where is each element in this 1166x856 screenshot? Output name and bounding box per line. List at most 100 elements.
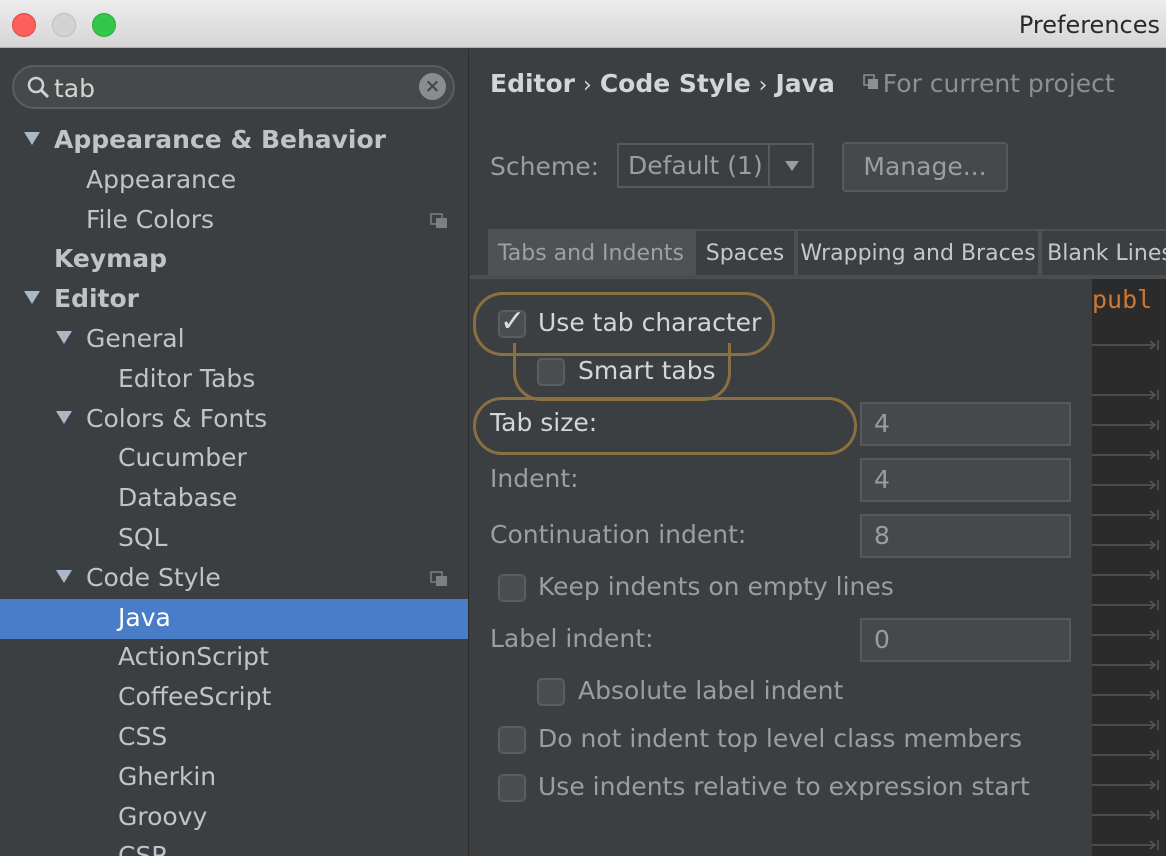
tree-item-label: Keymap: [54, 244, 168, 274]
tree-item-editor[interactable]: Editor: [0, 280, 468, 320]
tab-marker-icon: [1092, 810, 1159, 820]
expand-arrow-icon[interactable]: [56, 569, 72, 583]
tree-item-keymap[interactable]: Keymap: [0, 240, 468, 280]
tree-item-label: CSP: [118, 841, 167, 856]
expand-arrow-icon[interactable]: [24, 132, 40, 145]
tabs-indents-settings: ✓ Use tab character Smart tabs Tab size:…: [470, 279, 1092, 856]
tab-size-field[interactable]: 4: [860, 402, 1071, 446]
tab-marker-icon: [1092, 660, 1159, 670]
project-scope-icon: [863, 74, 878, 89]
main-panel: Editor › Code Style › Java For current proje…: [470, 49, 1166, 856]
tree-item-sql[interactable]: SQL: [0, 519, 468, 559]
zoom-window-button[interactable]: [92, 13, 116, 37]
close-window-button[interactable]: [12, 13, 36, 37]
expand-arrow-icon[interactable]: [56, 410, 72, 424]
tree-item-label: Appearance & Behavior: [54, 125, 386, 154]
search-icon: [27, 76, 50, 99]
expand-arrow-icon[interactable]: [24, 291, 40, 305]
tree-item-colors-fonts[interactable]: Colors & Fonts: [0, 400, 468, 440]
tree-item-csp[interactable]: CSP: [0, 837, 468, 856]
scheme-label: Scheme:: [490, 152, 599, 181]
tree-item-label: CoffeeScript: [118, 682, 272, 712]
tree-item-groovy[interactable]: Groovy: [0, 798, 468, 838]
tab-spaces[interactable]: Spaces: [694, 229, 796, 277]
tree-item-code-style[interactable]: Code Style: [0, 559, 468, 599]
tree-item-label: Database: [118, 483, 238, 513]
title-bar: Preferences: [0, 0, 1166, 48]
tab-marker-icon: [1092, 630, 1159, 640]
no-indent-top-level-label: Do not indent top level class members: [538, 724, 1022, 753]
use-tab-character-label: Use tab character: [538, 308, 762, 337]
manage-button[interactable]: Manage...: [842, 142, 1008, 192]
tree-item-label: General: [86, 324, 185, 353]
breadcrumb: Editor › Code Style › Java For current proje…: [490, 69, 1115, 98]
tree-item-coffeescript[interactable]: CoffeeScript: [0, 678, 468, 718]
relative-indents-checkbox[interactable]: [498, 774, 526, 802]
no-indent-top-level-checkbox[interactable]: [498, 726, 526, 754]
tree-item-gherkin[interactable]: Gherkin: [0, 758, 468, 798]
tree-item-label: Cucumber: [118, 443, 247, 473]
smart-tabs-label: Smart tabs: [578, 356, 716, 385]
tree-item-actionscript[interactable]: ActionScript: [0, 638, 468, 678]
tab-marker-icon: [1092, 720, 1159, 730]
tree-item-label: Groovy: [118, 801, 208, 831]
label-indent-label: Label indent:: [490, 624, 654, 653]
tab-bar: Tabs and Indents Spaces Wrapping and Bra…: [488, 229, 1166, 277]
scheme-divider: [768, 145, 770, 186]
keep-indents-checkbox[interactable]: [498, 574, 526, 602]
tab-marker-icon: [1092, 570, 1159, 580]
tree-item-label: CSS: [118, 722, 168, 751]
tab-wrapping-and-braces[interactable]: Wrapping and Braces: [796, 229, 1040, 277]
tab-marker-icon: [1092, 540, 1159, 550]
tab-marker-icon: [1092, 750, 1159, 760]
minimize-window-button[interactable]: [52, 13, 76, 37]
continuation-indent-label: Continuation indent:: [490, 520, 747, 549]
tree-item-editor-tabs[interactable]: Editor Tabs: [0, 360, 468, 400]
smart-tabs-checkbox[interactable]: [537, 358, 565, 386]
scheme-select[interactable]: Default (1): [617, 143, 814, 188]
tree-item-cucumber[interactable]: Cucumber: [0, 439, 468, 479]
use-tab-character-checkbox[interactable]: ✓: [498, 304, 526, 339]
tab-marker-icon: [1092, 340, 1159, 350]
absolute-label-indent-checkbox[interactable]: [537, 678, 565, 706]
continuation-indent-field[interactable]: 8: [860, 514, 1071, 558]
tab-tabs-and-indents[interactable]: Tabs and Indents: [488, 229, 694, 277]
tree-item-label: Colors & Fonts: [86, 403, 268, 433]
tree-item-database[interactable]: Database: [0, 479, 468, 519]
label-indent-field[interactable]: 0: [860, 618, 1071, 662]
project-scope-label: For current project: [882, 69, 1115, 98]
relative-indents-label: Use indents relative to expression start: [538, 772, 1030, 801]
indent-field[interactable]: 4: [860, 458, 1071, 502]
tab-size-label: Tab size:: [490, 408, 598, 437]
tree-item-general[interactable]: General: [0, 320, 468, 360]
tree-item-appearance[interactable]: Appearance: [0, 161, 468, 201]
tree-item-label: Editor Tabs: [118, 363, 256, 393]
tab-marker-icon: [1092, 600, 1159, 610]
tab-marker-icon: [1092, 480, 1159, 490]
clear-search-icon[interactable]: ×: [419, 73, 446, 100]
keep-indents-label: Keep indents on empty lines: [538, 572, 894, 601]
breadcrumb-java: Java: [775, 69, 835, 98]
code-preview: publ: [1092, 279, 1166, 856]
chevron-down-icon[interactable]: [785, 161, 799, 171]
tree-item-appearance-behavior[interactable]: Appearance & Behavior: [0, 121, 468, 161]
search-input[interactable]: [54, 71, 414, 105]
window-title: Preferences: [1018, 11, 1160, 39]
tree-item-label: Code Style: [86, 562, 221, 592]
checkmark-icon: ✓: [500, 304, 526, 339]
tab-marker-icon: [1092, 420, 1159, 430]
breadcrumb-separator: ›: [758, 73, 768, 98]
tree-item-file-colors[interactable]: File Colors: [0, 201, 468, 241]
scheme-value: Default (1): [628, 151, 763, 180]
search-box[interactable]: ×: [12, 65, 455, 109]
tree-item-label: Appearance: [86, 164, 237, 194]
preview-code-text: publ: [1092, 285, 1153, 314]
tree-item-css[interactable]: CSS: [0, 718, 468, 758]
tab-blank-lines[interactable]: Blank Lines: [1040, 229, 1166, 277]
expand-arrow-icon[interactable]: [56, 331, 72, 344]
settings-sidebar: × Appearance & Behavior Appearance File Co…: [0, 49, 469, 856]
tree-item-label: Editor: [54, 284, 139, 314]
tree-item-label: Gherkin: [118, 761, 217, 791]
breadcrumb-editor: Editor: [490, 69, 575, 98]
tree-item-java[interactable]: Java: [0, 598, 468, 639]
